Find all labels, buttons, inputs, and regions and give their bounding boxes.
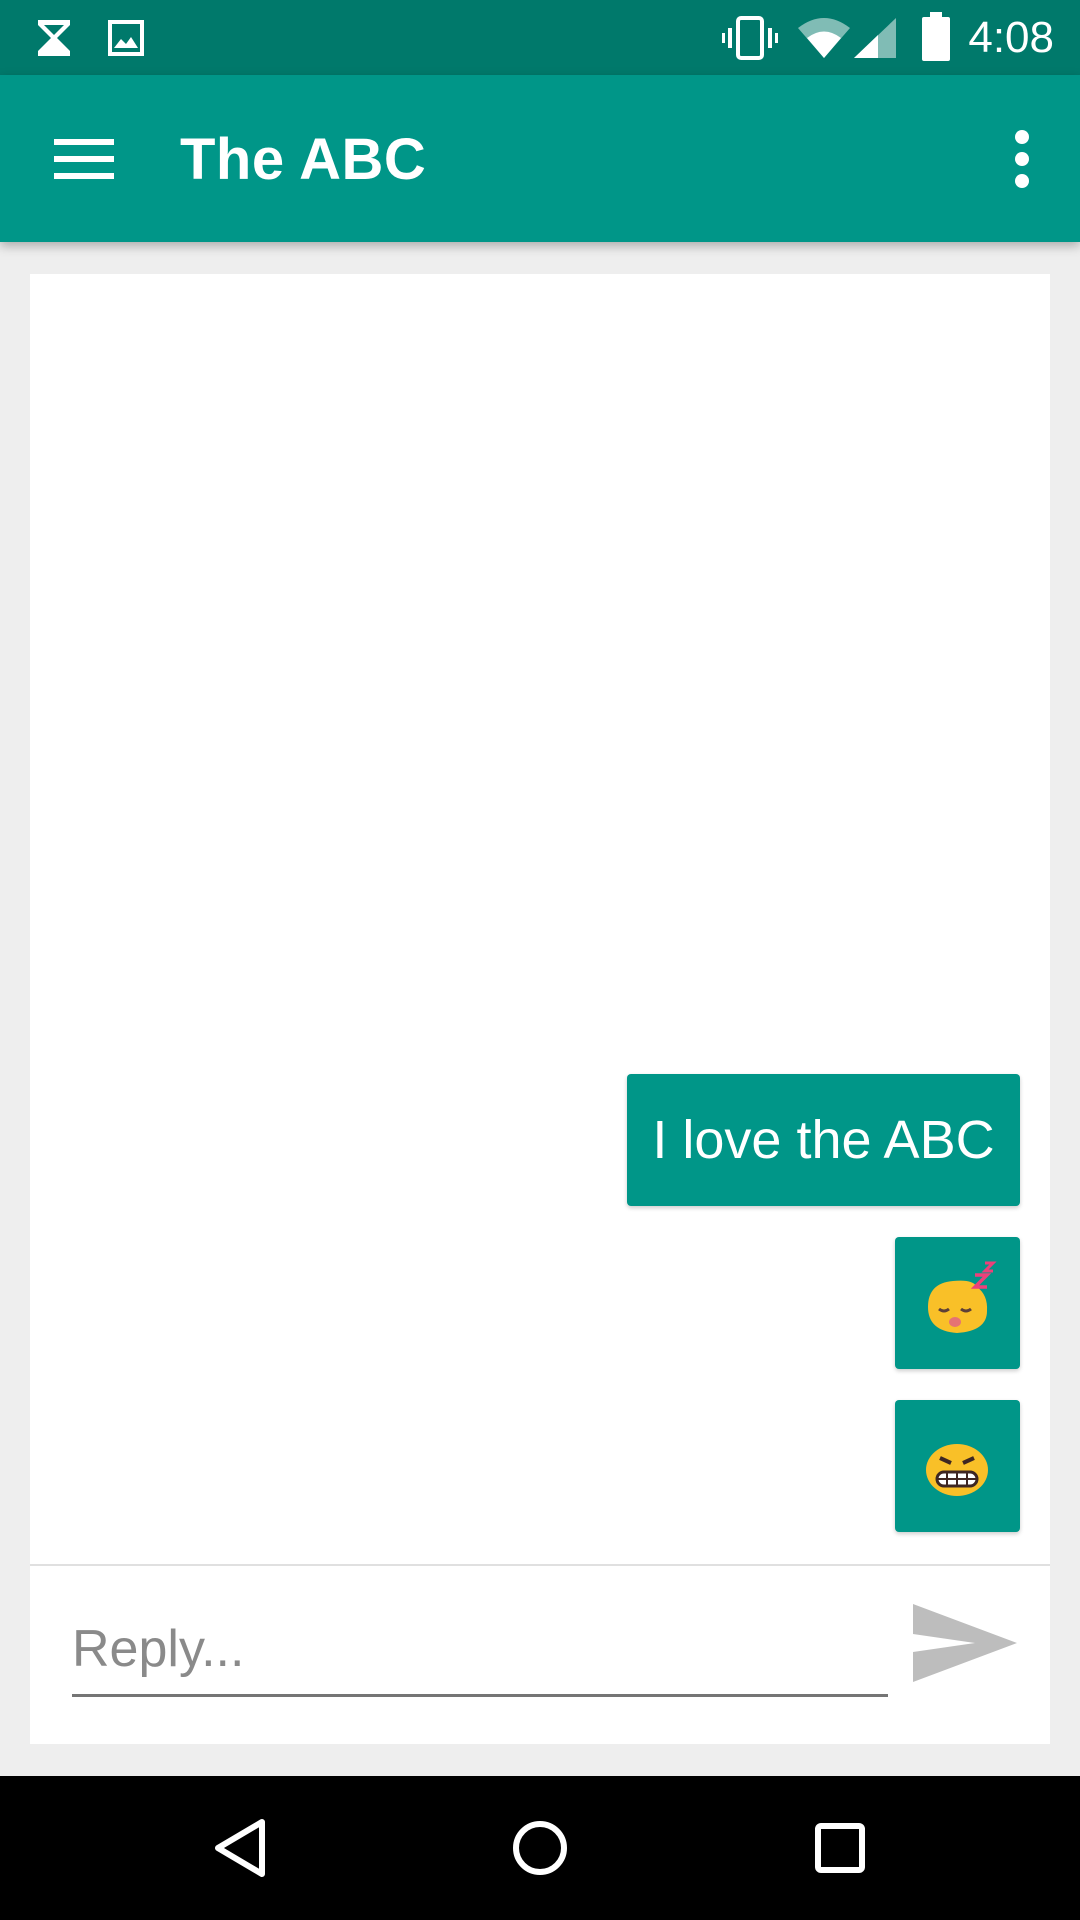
page-title: The ABC xyxy=(180,127,427,192)
send-button[interactable] xyxy=(905,1590,1025,1700)
menu-button[interactable] xyxy=(38,119,130,199)
send-icon xyxy=(913,1604,1017,1682)
cell-signal-icon xyxy=(854,18,896,58)
status-time: 4:08 xyxy=(968,13,1054,62)
message-text: I love the ABC xyxy=(652,1110,995,1170)
home-button[interactable] xyxy=(490,1798,590,1898)
battery-icon xyxy=(922,12,950,61)
hamburger-menu-icon xyxy=(54,139,114,179)
wifi-icon xyxy=(798,18,850,58)
chat-card: I love the ABC xyxy=(30,274,1050,1744)
image-icon xyxy=(108,20,144,56)
recents-button[interactable] xyxy=(790,1798,890,1898)
message-bubble-emoji[interactable] xyxy=(895,1400,1020,1532)
composer-divider xyxy=(30,1564,1050,1566)
more-vert-icon xyxy=(1015,130,1029,188)
grimacing-face-emoji-icon xyxy=(926,1444,988,1496)
back-icon xyxy=(215,1819,265,1877)
back-button[interactable] xyxy=(190,1798,290,1898)
status-bar: 4:08 xyxy=(0,0,1080,75)
navigation-bar xyxy=(0,1776,1080,1920)
screen: 4:08 The ABC I love the ABC xyxy=(0,0,1080,1920)
message-bubble-emoji[interactable] xyxy=(895,1237,1020,1369)
recents-icon xyxy=(815,1823,865,1873)
reply-input[interactable] xyxy=(72,1604,888,1697)
home-icon xyxy=(513,1821,567,1875)
overflow-menu-button[interactable] xyxy=(992,119,1052,199)
app-bar: The ABC xyxy=(0,75,1080,242)
hourglass-icon xyxy=(38,20,70,56)
vibrate-icon xyxy=(722,16,778,60)
sleeping-face-emoji-icon xyxy=(928,1261,997,1333)
message-bubble[interactable]: I love the ABC xyxy=(627,1074,1020,1206)
